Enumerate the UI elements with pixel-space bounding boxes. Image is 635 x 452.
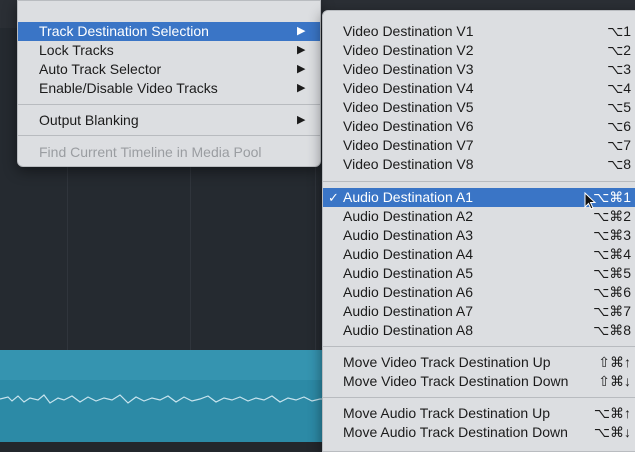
shortcut-label: ⌥8 (607, 156, 631, 172)
menu-item-label: Audio Destination A7 (343, 303, 473, 319)
menu-item-audio-destination-a7[interactable]: Audio Destination A7 ⌥⌘7 (323, 302, 635, 321)
menu-item-audio-destination-a3[interactable]: Audio Destination A3 ⌥⌘3 (323, 226, 635, 245)
shortcut-label: ⌥⌘6 (593, 284, 631, 300)
shortcut-label: ⌥⌘4 (593, 246, 631, 262)
menu-item-label: Video Destination V5 (343, 99, 474, 115)
menu-item-label: Audio Destination A3 (343, 227, 473, 243)
menu-item-label: Lock Tracks (39, 42, 114, 58)
submenu-arrow-icon: ▶ (297, 63, 306, 75)
menu-item-label: Track Destination Selection (39, 23, 209, 39)
shortcut-label: ⌥⌘7 (593, 303, 631, 319)
menu-item-audio-destination-a6[interactable]: Audio Destination A6 ⌥⌘6 (323, 283, 635, 302)
menu-item-audio-destination-a4[interactable]: Audio Destination A4 ⌥⌘4 (323, 245, 635, 264)
shortcut-label: ⌥⌘8 (593, 322, 631, 338)
timeline-menu: Track Destination Selection ▶ Lock Track… (17, 0, 321, 167)
menu-item-label: Video Destination V2 (343, 42, 474, 58)
menu-separator (18, 135, 320, 136)
mouse-pointer-icon (584, 192, 597, 210)
shortcut-label: ⌥⌘2 (593, 208, 631, 224)
shortcut-label: ⌥7 (607, 137, 631, 153)
menu-item-label: Video Destination V4 (343, 80, 474, 96)
menu-item-move-video-destination-down[interactable]: Move Video Track Destination Down ⇧⌘↓ (323, 372, 635, 391)
menu-item-label: Enable/Disable Video Tracks (39, 80, 218, 96)
submenu-arrow-icon: ▶ (297, 82, 306, 94)
menu-item-video-destination-v6[interactable]: Video Destination V6 ⌥6 (323, 117, 635, 136)
menu-item-label: Audio Destination A6 (343, 284, 473, 300)
menu-item-label: Move Audio Track Destination Down (343, 424, 568, 440)
menu-item-label: Audio Destination A2 (343, 208, 473, 224)
menu-item-video-destination-v8[interactable]: Video Destination V8 ⌥8 (323, 155, 635, 174)
menu-separator (323, 346, 635, 347)
menu-item-label: Video Destination V6 (343, 118, 474, 134)
shortcut-label: ⇧⌘↑ (598, 354, 631, 370)
menu-item-label: Find Current Timeline in Media Pool (39, 144, 262, 160)
menu-item-audio-destination-a8[interactable]: Audio Destination A8 ⌥⌘8 (323, 321, 635, 340)
shortcut-label: ⌥⌘↑ (593, 405, 631, 421)
submenu-arrow-icon: ▶ (297, 25, 306, 37)
menu-item-find-current-timeline: Find Current Timeline in Media Pool (18, 143, 320, 162)
menu-item-video-destination-v5[interactable]: Video Destination V5 ⌥5 (323, 98, 635, 117)
submenu-arrow-icon: ▶ (297, 44, 306, 56)
shortcut-label: ⌥4 (607, 80, 631, 96)
menu-item-video-destination-v4[interactable]: Video Destination V4 ⌥4 (323, 79, 635, 98)
menu-item-track-destination-selection[interactable]: Track Destination Selection ▶ (18, 22, 320, 41)
menu-item-video-destination-v2[interactable]: Video Destination V2 ⌥2 (323, 41, 635, 60)
menu-item-move-audio-destination-up[interactable]: Move Audio Track Destination Up ⌥⌘↑ (323, 404, 635, 423)
shortcut-label: ⌥1 (607, 23, 631, 39)
track-destination-submenu: Video Destination V1 ⌥1 Video Destinatio… (322, 10, 635, 452)
menu-item-enable-disable-video-tracks[interactable]: Enable/Disable Video Tracks ▶ (18, 79, 320, 98)
menu-item-label: Audio Destination A4 (343, 246, 473, 262)
menu-item-label: Video Destination V3 (343, 61, 474, 77)
menu-item-label: Audio Destination A5 (343, 265, 473, 281)
shortcut-label: ⌥⌘1 (593, 189, 631, 205)
menu-item-move-video-destination-up[interactable]: Move Video Track Destination Up ⇧⌘↑ (323, 353, 635, 372)
menu-separator (323, 397, 635, 398)
shortcut-label: ⌥2 (607, 42, 631, 58)
shortcut-label: ⌥5 (607, 99, 631, 115)
menu-item-label: Video Destination V1 (343, 23, 474, 39)
menu-item-label: Audio Destination A8 (343, 322, 473, 338)
menu-item-label: Audio Destination A1 (343, 189, 473, 205)
menu-item-video-destination-v1[interactable]: Video Destination V1 ⌥1 (323, 22, 635, 41)
menu-item-label: Move Audio Track Destination Up (343, 405, 550, 421)
menu-item-label: Video Destination V8 (343, 156, 474, 172)
menu-separator (18, 104, 320, 105)
menu-item-label: Video Destination V7 (343, 137, 474, 153)
menu-item-label: Move Video Track Destination Up (343, 354, 551, 370)
menu-item-video-destination-v3[interactable]: Video Destination V3 ⌥3 (323, 60, 635, 79)
menu-item-label: Output Blanking (39, 112, 139, 128)
audio-waveform (0, 394, 330, 404)
shortcut-label: ⌥3 (607, 61, 631, 77)
shortcut-label: ⌥⌘3 (593, 227, 631, 243)
shortcut-label: ⌥⌘↓ (593, 424, 631, 440)
shortcut-label: ⌥6 (607, 118, 631, 134)
shortcut-label: ⇧⌘↓ (598, 373, 631, 389)
menu-item-label: Move Video Track Destination Down (343, 373, 569, 389)
menu-item-label: Auto Track Selector (39, 61, 162, 77)
submenu-arrow-icon: ▶ (297, 114, 306, 126)
menu-item-lock-tracks[interactable]: Lock Tracks ▶ (18, 41, 320, 60)
menu-item-video-destination-v7[interactable]: Video Destination V7 ⌥7 (323, 136, 635, 155)
menu-item-move-audio-destination-down[interactable]: Move Audio Track Destination Down ⌥⌘↓ (323, 423, 635, 442)
checkmark-icon: ✓ (328, 190, 339, 205)
menu-separator (323, 181, 635, 182)
shortcut-label: ⌥⌘5 (593, 265, 631, 281)
menu-item-output-blanking[interactable]: Output Blanking ▶ (18, 111, 320, 130)
menu-item-audio-destination-a5[interactable]: Audio Destination A5 ⌥⌘5 (323, 264, 635, 283)
menu-item-auto-track-selector[interactable]: Auto Track Selector ▶ (18, 60, 320, 79)
